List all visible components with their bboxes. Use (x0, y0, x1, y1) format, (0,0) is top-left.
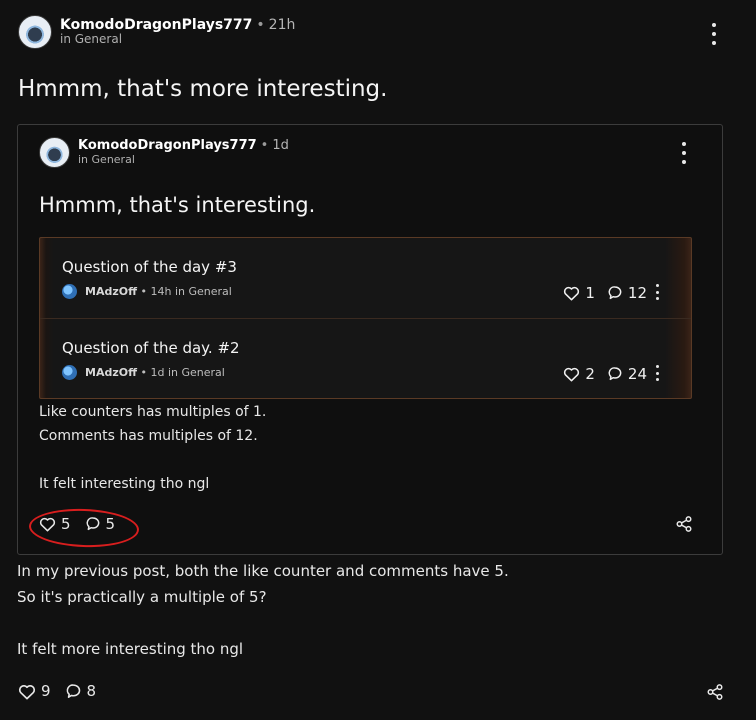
body-line: Comments has multiples of 12. (39, 428, 258, 444)
comment-icon[interactable] (607, 366, 623, 382)
linked-post-stats: 1 12 (563, 284, 659, 302)
post-time: 1d (272, 137, 289, 153)
linked-post-options-icon[interactable] (649, 284, 665, 300)
linked-post-time: • 14h in General (140, 285, 232, 298)
linked-post-author[interactable]: MAdzOff (85, 366, 137, 379)
embedded-post-header: KomodoDragonPlays777 • 1d in General (39, 137, 289, 168)
linked-post-meta: MAdzOff • 14h in General (62, 284, 232, 299)
globe-avatar-icon (62, 284, 77, 299)
linked-post-title[interactable]: Question of the day #3 (62, 258, 237, 276)
linked-post-meta: MAdzOff • 1d in General (62, 365, 225, 380)
linked-post-title[interactable]: Question of the day. #2 (62, 339, 240, 357)
comment-count: 12 (627, 284, 647, 302)
linked-post-time: • 1d in General (140, 366, 225, 379)
linked-post-item[interactable]: Question of the day #3 MAdzOff • 14h in … (40, 238, 691, 318)
linked-post-options-icon[interactable] (649, 365, 665, 381)
comment-button[interactable]: 8 (65, 682, 97, 700)
comment-count: 5 (105, 515, 116, 533)
like-count: 5 (61, 515, 71, 533)
linked-post-stats: 2 24 (563, 365, 659, 383)
heart-icon[interactable] (563, 366, 580, 382)
post-time: 21h (268, 17, 296, 34)
comment-icon (85, 516, 101, 532)
avatar[interactable] (18, 15, 52, 49)
comment-icon[interactable] (607, 285, 623, 301)
body-line: It felt interesting tho ngl (39, 476, 210, 492)
post-options-icon[interactable] (706, 23, 722, 45)
like-count: 1 (585, 284, 595, 302)
body-line: So it's practically a multiple of 5? (17, 588, 267, 606)
share-icon[interactable] (706, 683, 724, 701)
like-button[interactable]: 5 (39, 515, 71, 533)
heart-icon (18, 683, 36, 700)
like-count: 9 (41, 682, 51, 700)
heart-icon (39, 516, 56, 532)
avatar[interactable] (39, 137, 70, 168)
comment-icon (65, 683, 82, 700)
post-category[interactable]: in General (78, 153, 289, 167)
post-body: In my previous post, both the like count… (17, 558, 509, 662)
linked-post-author[interactable]: MAdzOff (85, 285, 137, 298)
body-line (17, 610, 509, 636)
heart-icon[interactable] (563, 285, 580, 301)
embedded-post-title: Hmmm, that's interesting. (39, 193, 316, 217)
embedded-post-stats: 5 5 (39, 515, 129, 533)
post-meta: KomodoDragonPlays777 • 21h in General (60, 17, 295, 47)
post-header: KomodoDragonPlays777 • 21h in General (18, 15, 295, 49)
post-stats: 9 8 (18, 682, 110, 700)
globe-avatar-icon (62, 365, 77, 380)
post-meta: KomodoDragonPlays777 • 1d in General (78, 137, 289, 167)
embedded-post-options-icon[interactable] (676, 142, 692, 164)
separator: • (260, 137, 269, 153)
author-name[interactable]: KomodoDragonPlays777 (78, 138, 257, 153)
comment-count: 8 (86, 682, 97, 700)
author-name[interactable]: KomodoDragonPlays777 (60, 17, 252, 33)
comment-count: 24 (627, 365, 647, 383)
body-line: Like counters has multiples of 1. (39, 404, 267, 420)
embedded-post-body: Like counters has multiples of 1. Commen… (39, 400, 266, 496)
linked-posts-list: Question of the day #3 MAdzOff • 14h in … (39, 237, 692, 399)
comment-button[interactable]: 5 (85, 515, 116, 533)
like-count: 2 (585, 365, 595, 383)
share-icon[interactable] (675, 515, 693, 533)
body-line (39, 448, 266, 472)
body-line: It felt more interesting tho ngl (17, 640, 244, 658)
post-category[interactable]: in General (60, 32, 295, 47)
linked-post-item[interactable]: Question of the day. #2 MAdzOff • 1d in … (40, 318, 691, 398)
body-line: In my previous post, both the like count… (17, 562, 509, 580)
separator: • (256, 17, 265, 34)
embedded-post[interactable]: KomodoDragonPlays777 • 1d in General Hmmm,… (17, 124, 723, 555)
post-title: Hmmm, that's more interesting. (18, 76, 388, 102)
like-button[interactable]: 9 (18, 682, 51, 700)
